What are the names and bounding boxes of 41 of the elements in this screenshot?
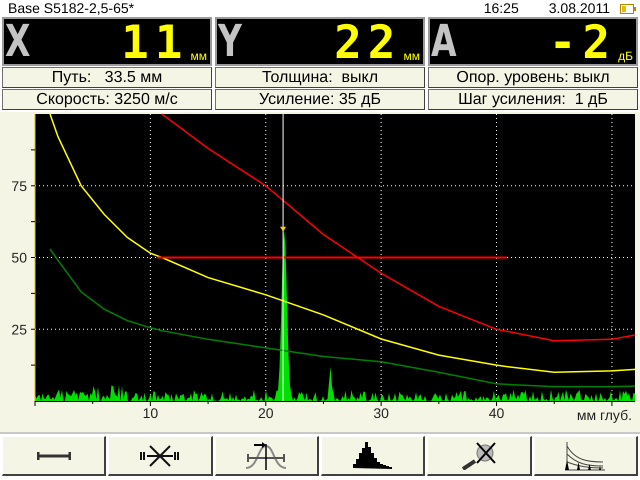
- parameter-field: Толщина: выкл: [215, 67, 425, 88]
- toolbar-button[interactable]: [534, 436, 638, 476]
- axis-tick-label: 40: [488, 405, 504, 421]
- parameter-field: Путь: 33.5 мм: [2, 67, 212, 88]
- axis-tick-label: 75: [11, 178, 27, 194]
- axis-tick-label: 20: [258, 405, 274, 421]
- toolbar-button[interactable]: [2, 436, 106, 476]
- parameter-field: Шаг усиления: 1 дБ: [428, 89, 638, 110]
- histogram-icon: [352, 441, 394, 470]
- battery-icon: [620, 4, 636, 14]
- axis-tick-label: 10: [142, 405, 158, 421]
- parameter-field: Усиление: 35 дБ: [215, 89, 425, 110]
- readout-value: 11: [121, 20, 188, 64]
- axis-tick-label: 25: [11, 321, 27, 338]
- toolbar-button[interactable]: [108, 436, 213, 476]
- magnifier-crossed-icon: [462, 442, 496, 470]
- bell-curve-icon: [245, 440, 288, 470]
- readout-value: -2: [548, 20, 616, 64]
- unit-label: дБ: [618, 49, 633, 63]
- window-title: Base S5182-2,5-65*: [8, 0, 134, 17]
- unit-label: мм: [404, 49, 420, 63]
- unit-label: мм: [190, 49, 207, 63]
- axis-tick-label: 50: [11, 250, 27, 266]
- crossed-segment-icon: [140, 444, 180, 466]
- axis-letter: A: [431, 20, 457, 64]
- peak-marker-icon: [280, 226, 286, 232]
- readout-value: 22: [334, 20, 402, 64]
- toolbar-button[interactable]: [427, 436, 532, 476]
- axis-letter: X: [5, 20, 30, 64]
- axis-letter: Y: [218, 20, 242, 64]
- parameter-field: Опор. уровень: выкл: [428, 67, 638, 88]
- axis-tick-label: 30: [373, 405, 389, 421]
- toolbar-button[interactable]: [214, 436, 319, 476]
- parameter-field: Скорость: 3250 м/с: [2, 89, 212, 110]
- clock-time: 16:25: [484, 0, 519, 17]
- toolbar-button[interactable]: [321, 436, 426, 476]
- cursor-line[interactable]: [282, 114, 284, 402]
- ruler-icon: [36, 450, 71, 460]
- decay-curves-icon: [564, 440, 606, 470]
- date-label: 3.08.2011: [548, 0, 610, 17]
- axis-title: мм глуб.: [576, 407, 632, 423]
